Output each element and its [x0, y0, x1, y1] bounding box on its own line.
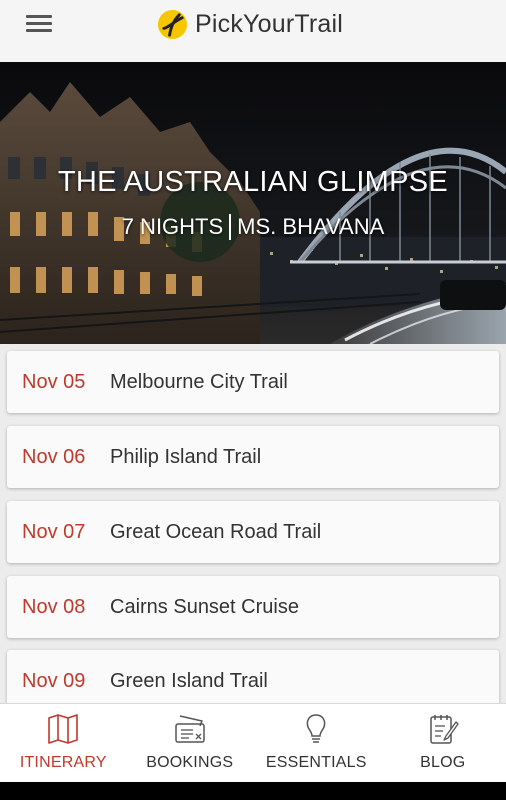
trip-nights: 7 NIGHTS [121, 214, 224, 239]
list-item[interactable]: Nov 06 Philip Island Trail [7, 426, 499, 488]
trail-date: Nov 08 [22, 595, 86, 618]
bottom-navigation: ITINERARY BOOKINGS ESSENTIALS BLOG [0, 703, 506, 782]
lightbulb-icon [306, 714, 326, 743]
nav-label: ESSENTIALS [265, 754, 367, 771]
app-screen: PickYourTrail THE AUSTRALIAN GLIMPSE 7 N… [0, 0, 506, 782]
hero-night-city-image [0, 62, 506, 344]
notepad-icon [430, 715, 459, 744]
nav-label: BLOG [420, 754, 466, 771]
trail-date: Nov 06 [22, 445, 86, 468]
brand-name: PickYourTrail [195, 9, 344, 38]
brand[interactable]: PickYourTrail [157, 8, 343, 40]
ticket-icon [175, 715, 205, 743]
trail-name: Green Island Trail [110, 669, 268, 692]
pickyourtrail-logo-icon [157, 9, 188, 39]
trail-name: Melbourne City Trail [110, 370, 288, 393]
hero-banner: THE AUSTRALIAN GLIMPSE 7 NIGHTS MS. BHAV… [0, 62, 506, 344]
nav-label: ITINERARY [19, 754, 107, 771]
trail-name: Philip Island Trail [110, 445, 262, 468]
traveller-name: MS. BHAVANA [237, 214, 385, 239]
list-item[interactable]: Nov 07 Great Ocean Road Trail [7, 501, 499, 563]
nav-itinerary[interactable]: ITINERARY [0, 704, 127, 782]
nav-label: BOOKINGS [146, 754, 234, 771]
trail-date: Nov 09 [22, 669, 86, 692]
trail-date: Nov 05 [22, 370, 86, 393]
list-item[interactable]: Nov 08 Cairns Sunset Cruise [7, 576, 499, 638]
trip-subtitle: 7 NIGHTS MS. BHAVANA [0, 214, 506, 240]
map-icon [48, 714, 79, 744]
hamburger-menu-icon[interactable] [24, 12, 54, 36]
nav-blog[interactable]: BLOG [380, 704, 506, 782]
trail-name: Cairns Sunset Cruise [110, 595, 299, 618]
nav-bookings[interactable]: BOOKINGS [127, 704, 254, 782]
subtitle-divider [229, 214, 232, 240]
trail-date: Nov 07 [22, 520, 86, 543]
trail-name: Great Ocean Road Trail [110, 520, 322, 543]
trip-title: THE AUSTRALIAN GLIMPSE [57, 166, 449, 198]
list-item[interactable]: Nov 05 Melbourne City Trail [7, 351, 499, 413]
nav-essentials[interactable]: ESSENTIALS [253, 704, 380, 782]
top-bar: PickYourTrail [0, 0, 506, 62]
